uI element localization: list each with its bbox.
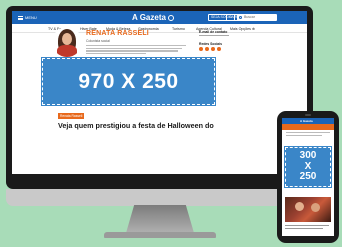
facebook-icon[interactable]	[199, 47, 203, 51]
columnist-bio	[86, 45, 186, 56]
monitor-screen: MENU A Gazeta SEJA SÓCIO SAIR Buscar TV …	[12, 11, 307, 174]
search-placeholder: Buscar	[244, 15, 255, 19]
hamburger-icon	[18, 15, 23, 20]
twitter-icon[interactable]	[211, 47, 215, 51]
article-tag[interactable]: Renata Rasseli	[58, 113, 85, 119]
columnist-role: Colunista social	[86, 39, 110, 43]
search-icon	[239, 16, 242, 19]
logo-circle-icon	[167, 14, 174, 21]
monitor-foot	[104, 232, 216, 238]
site-header: MENU A Gazeta SEJA SÓCIO SAIR Buscar	[12, 11, 307, 24]
site-logo[interactable]: A Gazeta	[132, 13, 174, 22]
logo-text: A Gazeta	[132, 13, 166, 22]
phone-text-line	[285, 225, 329, 227]
phone-text-line	[286, 132, 330, 133]
instagram-icon[interactable]	[205, 47, 209, 51]
mobile-ad-banner[interactable]: 300 X 250	[284, 146, 332, 188]
monitor-stand	[126, 205, 194, 233]
menu-label: MENU	[25, 15, 37, 20]
phone-screen: A Gazeta 300 X 250	[282, 118, 334, 236]
mobile-ad-line: 250	[299, 171, 317, 183]
phone-logo-text[interactable]: A Gazeta	[300, 119, 313, 123]
phone-article-photo[interactable]	[285, 197, 331, 222]
menu-button[interactable]: MENU	[18, 15, 37, 20]
contact-title: E-mail de contato	[199, 30, 228, 34]
contact-email-line[interactable]	[199, 35, 229, 37]
article-title[interactable]: Veja quem prestigiou a festa de Hallowee…	[58, 121, 258, 130]
nav-item-turismo[interactable]: Turismo	[172, 27, 185, 31]
phone-camera	[305, 114, 311, 116]
phone-text-line	[286, 135, 322, 136]
columnist-photo	[52, 27, 82, 57]
follow-title: Redes Sociais	[199, 42, 222, 46]
desktop-ad-label: 970 X 250	[78, 69, 179, 93]
monitor-chin	[6, 189, 313, 206]
youtube-icon[interactable]	[217, 47, 221, 51]
columnist-name: RENATA RASSELI	[86, 30, 149, 37]
phone-text-line	[285, 228, 323, 230]
desktop-ad-banner[interactable]: 970 X 250	[41, 57, 216, 106]
phone-columnist-banner	[282, 124, 334, 130]
nav-item-mais-opcoes[interactable]: Mais Opções ⊕	[230, 27, 255, 31]
search-input[interactable]: Buscar	[237, 14, 277, 21]
